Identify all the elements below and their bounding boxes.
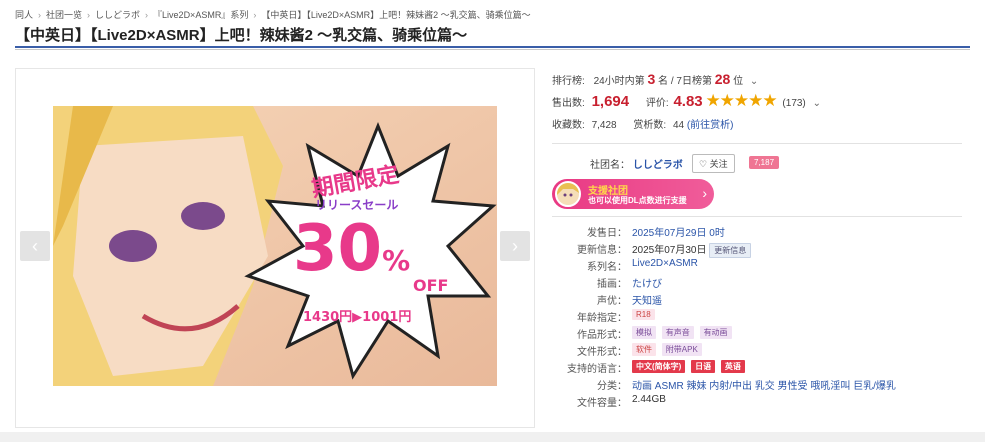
work-format-tag[interactable]: 有声音 [661,326,694,339]
file-format-tag[interactable]: 附带APK [661,343,702,356]
detail-label: 作品形式： [577,330,627,341]
sales-value: 1,694 [591,93,630,110]
follow-button[interactable]: ♡ 关注 [692,154,735,173]
avatar [555,181,581,207]
detail-label: 分类： [597,381,627,392]
update-date: 2025年07月30日 [632,245,707,256]
sale-percent-sign: % [382,244,411,277]
chevron-right-icon: › [145,10,149,20]
work-format-tag[interactable]: 模拟 [632,326,656,339]
follower-count: 7,187 [749,156,780,169]
illustrator-link[interactable]: たけび [632,275,662,290]
divider [552,216,962,217]
chevron-left-icon[interactable]: ‹ [20,231,50,261]
detail-value: 软件 附带APK [632,343,705,356]
ranking-separator: / [670,76,674,87]
detail-label: 系列名： [587,262,627,273]
favorites-value: 7,428 [591,120,617,131]
avatar-art [557,183,579,205]
rating-label: 评价: [645,98,669,109]
reviews-value: 44 [672,120,685,131]
release-date-link[interactable]: 2025年07月29日 0时 [632,224,725,239]
ranking-24h-label: 24小时内第 [593,76,645,87]
detail-label: 发售日： [587,228,627,239]
ranking-24h-value: 3 [647,71,656,87]
product-page: 同人 › 社团一览 › ししどラボ › 『Live2D×ASMR』系列 › 【中英日】【Live… [0,0,985,442]
circle-row: 社团名： ししどラボ [590,156,683,171]
support-subtitle: 也可以使用DL点数进行支援 [588,196,687,205]
chevron-down-icon[interactable]: ⌄ [750,76,758,87]
ranking-row: 排行榜: 24小时内第 3 名 / 7日榜第 28 位 ⌄ [552,71,758,87]
breadcrumb-item[interactable]: 同人 [15,10,33,20]
update-info-button[interactable]: 更新信息 [709,243,752,258]
series-link[interactable]: Live2D×ASMR [632,258,698,269]
breadcrumb-item[interactable]: 社团一览 [46,10,82,20]
circle-name-link[interactable]: ししどラボ [633,160,683,171]
detail-value: 模拟 有声音 有动画 [632,326,735,339]
language-tag[interactable]: 中文(简体字) [632,360,686,373]
file-format-tag[interactable]: 软件 [632,343,656,356]
reviews-label: 赏析数: [633,120,667,131]
image-gallery: 期間限定 リリースセール 30% OFF 1430円▶1001円 ‹ › [15,68,535,428]
language-tag[interactable]: 英语 [720,360,745,373]
detail-value: 中文(简体字) 日语 英语 [632,360,748,373]
chevron-right-icon: › [87,10,91,20]
detail-label: 声优： [597,296,627,307]
product-image[interactable]: 期間限定 リリースセール 30% OFF 1430円▶1001円 [53,106,497,386]
breadcrumb-item[interactable]: 『Live2D×ASMR』系列 [153,10,248,20]
detail-value: 2025年07月30日 更新信息 [632,241,754,258]
detail-label: 插画： [597,279,627,290]
detail-label: 支持的语言： [567,364,627,375]
file-size: 2.44GB [632,394,666,405]
sale-banner-price: 1430円▶1001円 [303,310,412,325]
ranking-7d-value: 28 [714,71,731,87]
divider [552,143,962,144]
rating-value: 4.83 [673,93,703,110]
detail-label: 年龄指定： [577,313,627,324]
language-tag[interactable]: 日语 [691,360,716,373]
sale-banner-percent: 30% [293,214,410,284]
title-underline [15,46,970,48]
detail-label: 文件形式： [577,347,627,358]
chevron-right-icon: › [702,185,707,201]
breadcrumb-item[interactable]: ししどラボ [95,10,140,20]
divider [15,49,970,50]
product-artwork [53,106,497,386]
sale-percent-value: 30 [293,212,383,286]
favorites-row: 收藏数: 7,428 赏析数: 44 (前往赏析) [552,116,734,131]
breadcrumb: 同人 › 社团一览 › ししどラボ › 『Live2D×ASMR』系列 › 【中英日】【Live… [15,8,531,21]
sales-row: 售出数: 1,694 评价: 4.83 ★★★★★ (173) ⌄ [552,91,821,111]
rating-count: (173) [782,98,806,109]
page-bottom-bar [0,432,985,442]
chevron-right-icon[interactable]: › [500,231,530,261]
detail-label: 文件容量： [577,398,627,409]
sale-banner-off: OFF [413,276,449,295]
ranking-7d-label: 7日榜第 [676,76,712,87]
work-format-tag[interactable]: 有动画 [699,326,732,339]
reviews-link[interactable]: (前往赏析) [687,120,734,131]
circle-label: 社团名： [590,160,630,171]
chevron-down-icon[interactable]: ⌄ [813,98,821,109]
age-rating-tag[interactable]: R18 [632,309,655,320]
detail-value: R18 [632,309,658,320]
rating-stars-icon: ★★★★★ [705,91,777,110]
page-title: 【中英日】【Live2D×ASMR】上吧！辣妹酱2 ～乳交篇、骑乘位篇～ [15,27,468,44]
support-circle-button[interactable]: 支援社团 也可以使用DL点数进行支援 › [552,179,714,209]
detail-label: 更新信息： [577,245,627,256]
ranking-label: 排行榜: [552,76,585,87]
chevron-right-icon: › [253,10,257,20]
ranking-unit: 名 [658,76,669,87]
ranking-unit-2: 位 [733,76,744,87]
genre-links[interactable]: 动画 ASMR 辣妹 内射/中出 乳交 男性受 哦吼淫叫 巨乳/爆乳 [632,377,896,392]
sale-banner-sub: リリースセール [315,198,399,212]
chevron-right-icon: › [38,10,42,20]
favorites-label: 收藏数: [552,120,585,131]
sales-label: 售出数: [552,98,585,109]
breadcrumb-item: 【中英日】【Live2D×ASMR】上吧！辣妹酱2 ～乳交篇、骑乘位篇～ [261,10,531,20]
voice-actor-link[interactable]: 天知遥 [632,292,662,307]
